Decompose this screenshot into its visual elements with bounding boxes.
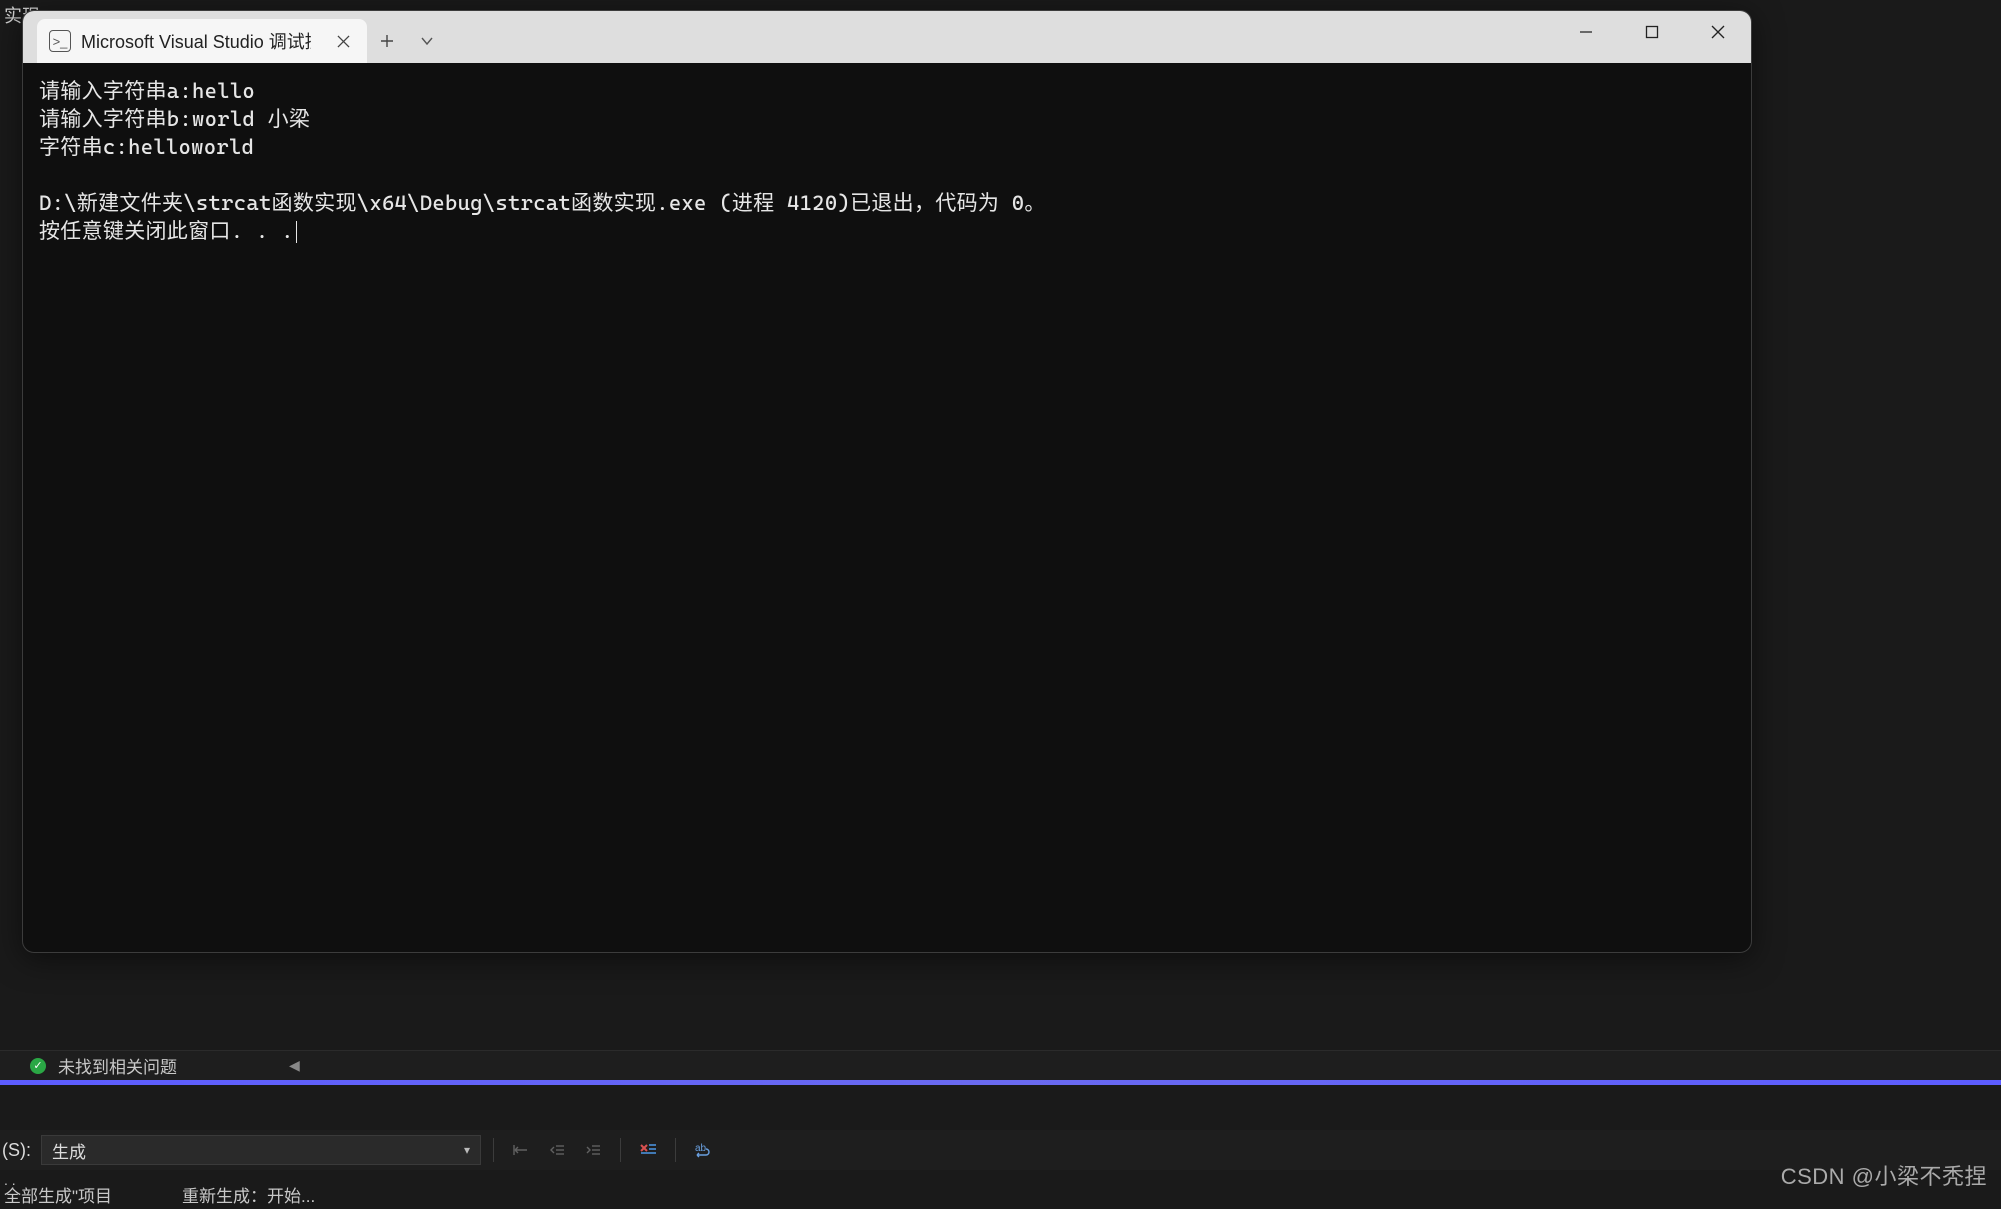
terminal-window: >_ Microsoft Visual Studio 调试控 请输入字符串a:h… bbox=[22, 10, 1752, 953]
terminal-line: 请输入字符串a:hello bbox=[39, 79, 255, 103]
minimize-button[interactable] bbox=[1553, 11, 1619, 53]
word-wrap-button[interactable]: ab bbox=[688, 1135, 718, 1165]
terminal-line: 字符串c:helloworld bbox=[39, 135, 254, 159]
tab-title: Microsoft Visual Studio 调试控 bbox=[81, 28, 311, 54]
new-tab-button[interactable] bbox=[367, 19, 407, 63]
terminal-icon: >_ bbox=[49, 30, 71, 52]
error-list-header[interactable]: ✓ 未找到相关问题 ◀ bbox=[0, 1050, 2001, 1080]
prev-message-button bbox=[506, 1135, 536, 1165]
close-button[interactable] bbox=[1685, 11, 1751, 53]
indent-less-button bbox=[542, 1135, 572, 1165]
panel-divider[interactable] bbox=[0, 1080, 2001, 1085]
error-list-status: 未找到相关问题 bbox=[58, 1053, 177, 1078]
terminal-tab[interactable]: >_ Microsoft Visual Studio 调试控 bbox=[37, 19, 367, 63]
collapse-arrow-icon[interactable]: ◀ bbox=[289, 1057, 300, 1074]
tab-dropdown-button[interactable] bbox=[407, 19, 447, 63]
terminal-line: 按任意键关闭此窗口. . . bbox=[39, 219, 294, 243]
terminal-line: 请输入字符串b:world 小梁 bbox=[39, 107, 310, 131]
output-toolbar: (S): 生成 ▾ ab bbox=[0, 1130, 2001, 1170]
titlebar: >_ Microsoft Visual Studio 调试控 bbox=[23, 11, 1751, 63]
toolbar-divider bbox=[675, 1138, 676, 1162]
maximize-button[interactable] bbox=[1619, 11, 1685, 53]
output-source-dropdown[interactable]: 生成 ▾ bbox=[41, 1135, 481, 1165]
watermark-text: CSDN @小梁不秃捏 bbox=[1781, 1159, 1987, 1191]
terminal-output[interactable]: 请输入字符串a:hello 请输入字符串b:world 小梁 字符串c:hell… bbox=[23, 63, 1751, 259]
ok-check-icon: ✓ bbox=[30, 1058, 46, 1074]
chevron-down-icon: ▾ bbox=[464, 1143, 470, 1157]
svg-text:ab: ab bbox=[695, 1143, 707, 1154]
toolbar-divider bbox=[493, 1138, 494, 1162]
clear-all-button[interactable] bbox=[633, 1135, 663, 1165]
tab-close-button[interactable] bbox=[331, 29, 355, 53]
window-controls bbox=[1553, 11, 1751, 63]
cursor-icon bbox=[296, 221, 298, 243]
dropdown-value: 生成 bbox=[52, 1138, 86, 1163]
toolbar-divider bbox=[620, 1138, 621, 1162]
output-source-label: (S): bbox=[2, 1140, 35, 1161]
indent-more-button bbox=[578, 1135, 608, 1165]
terminal-line: D:\新建文件夹\strcat函数实现\x64\Debug\strcat函数实现… bbox=[39, 191, 1046, 215]
